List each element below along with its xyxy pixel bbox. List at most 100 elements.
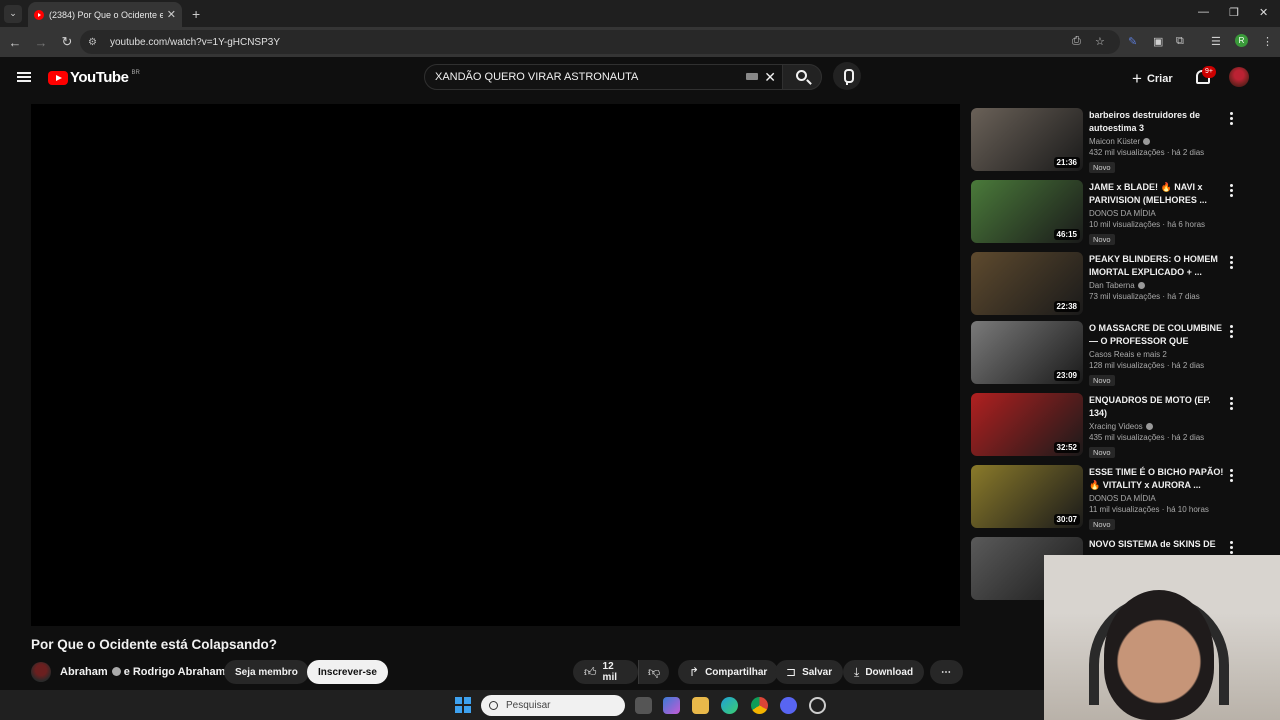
voice-search-icon[interactable] [833, 62, 861, 90]
video-thumbnail[interactable]: 23:09 [971, 321, 1083, 384]
video-meta: barbeiros destruidores de autoestima 3 M… [1089, 109, 1224, 175]
video-card-stats: 73 mil visualizações · há 7 dias [1089, 292, 1200, 301]
more-options-icon[interactable] [1230, 397, 1234, 410]
maximize-icon[interactable]: ❐ [1229, 6, 1239, 19]
recommendation-card[interactable]: 22:38 PEAKY BLINDERS: O HOMEM IMORTAL EX… [971, 252, 1251, 318]
like-button[interactable]: 👍︎ 12 mil [573, 660, 638, 684]
channel-text: DONOS DA MÍDIA [1089, 494, 1156, 503]
video-card-title[interactable]: ENQUADROS DE MOTO (EP. 134) [1089, 394, 1224, 420]
back-icon[interactable]: ← [3, 35, 27, 50]
verified-icon [1143, 138, 1151, 145]
chrome-icon[interactable] [751, 697, 768, 714]
guide-menu-icon[interactable] [17, 72, 31, 82]
more-options-icon[interactable] [1230, 112, 1234, 125]
extension-icon[interactable]: ✎ [1128, 35, 1137, 48]
taskbar-search[interactable]: Pesquisar [481, 695, 625, 716]
channel-text: Xracing Videos [1089, 422, 1143, 431]
keyboard-icon[interactable] [746, 73, 758, 80]
bookmark-star-icon[interactable]: ☆ [1095, 35, 1105, 48]
browser-toolbar: ← → ↻ ⚙ youtube.com/watch?v=1Y-gHCNSP3Y [0, 27, 1280, 57]
channel-avatar[interactable] [31, 662, 51, 682]
more-options-icon[interactable] [1230, 184, 1234, 197]
download-button[interactable]: ⤓ Download [843, 660, 925, 684]
video-card-channel[interactable]: DONOS DA MÍDIA [1089, 209, 1224, 218]
save-button[interactable]: ⊐ Salvar [775, 660, 844, 684]
reload-icon[interactable]: ↻ [55, 34, 79, 50]
reading-list-icon[interactable]: ☰ [1211, 35, 1221, 48]
install-app-icon[interactable]: ⎙ [1072, 35, 1081, 48]
dislike-button[interactable]: 👎︎ [638, 660, 669, 684]
site-info-icon[interactable]: ⚙ [88, 37, 102, 48]
video-card-title[interactable]: barbeiros destruidores de autoestima 3 [1089, 109, 1224, 135]
video-meta: ESSE TIME É O BICHO PAPÃO! 🔥 VITALITY x … [1089, 466, 1224, 532]
extensions-icon[interactable]: ⧉ [1176, 35, 1184, 48]
windows-start-icon[interactable] [455, 697, 471, 713]
more-actions-icon[interactable]: ⋯ [930, 660, 963, 684]
youtube-logo[interactable]: YouTube BR [48, 69, 140, 86]
browser-menu-icon[interactable]: ⋮ [1262, 35, 1273, 48]
video-thumbnail[interactable]: 21:36 [971, 108, 1083, 171]
recommendation-card[interactable]: 32:52 ENQUADROS DE MOTO (EP. 134) Xracin… [971, 393, 1251, 459]
video-card-title[interactable]: ESSE TIME É O BICHO PAPÃO! 🔥 VITALITY x … [1089, 466, 1224, 492]
url-text: youtube.com/watch?v=1Y-gHCNSP3Y [110, 36, 280, 48]
task-view-icon[interactable] [635, 697, 652, 714]
browser-tab[interactable]: (2384) Por Que o Ocidente está ✕ [28, 2, 182, 27]
copilot-icon[interactable] [663, 697, 680, 714]
file-explorer-icon[interactable] [692, 697, 709, 714]
profile-avatar[interactable]: R [1235, 34, 1248, 47]
video-card-channel[interactable]: Casos Reais e mais 2 [1089, 350, 1224, 359]
recommendation-card[interactable]: 46:15 JAME x BLADE! 🔥 NAVI x PARIVISION … [971, 180, 1251, 246]
video-thumbnail[interactable]: 46:15 [971, 180, 1083, 243]
video-card-channel[interactable]: DONOS DA MÍDIA [1089, 494, 1224, 503]
share-icon: ↱ [689, 665, 700, 679]
channel-text: Casos Reais e mais 2 [1089, 350, 1167, 359]
subscribe-button[interactable]: Inscrever-se [307, 660, 388, 684]
video-card-title[interactable]: PEAKY BLINDERS: O HOMEM IMORTAL EXPLICAD… [1089, 253, 1224, 279]
more-options-icon[interactable] [1230, 469, 1234, 482]
recommendation-card[interactable]: 23:09 O MASSACRE DE COLUMBINE — O PROFES… [971, 321, 1251, 387]
window-close-icon[interactable]: ✕ [1259, 6, 1268, 19]
edge-icon[interactable] [721, 697, 738, 714]
verified-icon [1137, 282, 1145, 289]
video-meta: PEAKY BLINDERS: O HOMEM IMORTAL EXPLICAD… [1089, 253, 1224, 301]
recommendation-card[interactable]: 30:07 ESSE TIME É O BICHO PAPÃO! 🔥 VITAL… [971, 465, 1251, 531]
search-input[interactable]: XANDÃO QUERO VIRAR ASTRONAUTA ✕ [424, 64, 787, 90]
streamer-face [1104, 590, 1214, 720]
video-thumbnail[interactable]: 32:52 [971, 393, 1083, 456]
more-options-icon[interactable] [1230, 541, 1234, 554]
extension-puzzle-icon[interactable]: ▣ [1153, 35, 1163, 48]
webcam-overlay [1044, 555, 1280, 720]
obs-icon[interactable] [809, 697, 826, 714]
more-options-icon[interactable] [1230, 256, 1234, 269]
youtube-favicon-icon [34, 9, 44, 20]
new-tab-button[interactable]: + [192, 6, 200, 22]
account-avatar[interactable] [1229, 67, 1249, 87]
video-meta: NOVO SISTEMA de SKINS DE [1089, 538, 1224, 551]
video-card-title[interactable]: O MASSACRE DE COLUMBINE — O PROFESSOR QU… [1089, 322, 1224, 348]
clear-search-icon[interactable]: ✕ [764, 69, 776, 86]
join-button[interactable]: Seja membro [224, 660, 309, 684]
video-card-stats: 128 mil visualizações · há 2 dias [1089, 361, 1205, 370]
new-badge: Novo [1089, 447, 1115, 458]
forward-icon[interactable]: → [29, 35, 53, 50]
video-thumbnail[interactable]: 30:07 [971, 465, 1083, 528]
minimize-icon[interactable]: — [1198, 6, 1209, 18]
video-card-title[interactable]: NOVO SISTEMA de SKINS DE [1089, 538, 1224, 551]
create-button[interactable]: + Criar [1132, 69, 1173, 89]
video-thumbnail[interactable]: 22:38 [971, 252, 1083, 315]
notification-badge: 9+ [1202, 66, 1216, 78]
video-card-title[interactable]: JAME x BLADE! 🔥 NAVI x PARIVISION (MELHO… [1089, 181, 1224, 207]
recommendation-card[interactable]: 21:36 barbeiros destruidores de autoesti… [971, 108, 1251, 174]
tab-close-icon[interactable]: ✕ [167, 8, 176, 21]
more-options-icon[interactable] [1230, 325, 1234, 338]
tab-search-icon[interactable]: ⌄ [4, 4, 22, 23]
video-card-channel[interactable]: Maicon Küster [1089, 137, 1224, 146]
address-bar[interactable]: ⚙ youtube.com/watch?v=1Y-gHCNSP3Y [80, 30, 1120, 54]
video-player[interactable] [31, 104, 960, 626]
share-button[interactable]: ↱ Compartilhar [678, 660, 779, 684]
video-card-channel[interactable]: Xracing Videos [1089, 422, 1224, 431]
discord-icon[interactable] [780, 697, 797, 714]
search-button[interactable] [782, 64, 822, 90]
video-card-channel[interactable]: Dan Taberna [1089, 281, 1224, 290]
channel-name[interactable]: Abraham e Rodrigo Abraham [60, 666, 225, 678]
